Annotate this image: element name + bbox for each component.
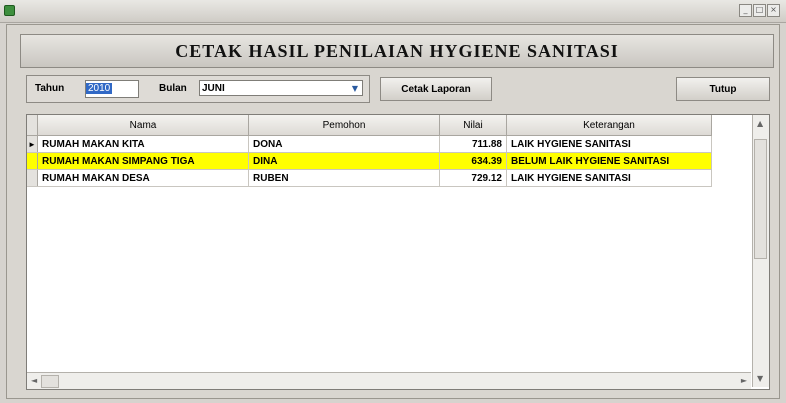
cell-nama[interactable]: RUMAH MAKAN DESA: [37, 169, 249, 187]
results-grid[interactable]: Nama Pemohon Nilai Keterangan ► RUMAH MA…: [26, 114, 770, 390]
column-header-keterangan[interactable]: Keterangan: [506, 115, 712, 136]
title-bar: _ □ ×: [0, 0, 786, 23]
maximize-icon[interactable]: □: [753, 4, 766, 17]
vertical-scrollbar[interactable]: ▲ ▼: [752, 115, 769, 387]
app-icon: [4, 5, 15, 16]
table-header-row: Nama Pemohon Nilai Keterangan: [27, 115, 712, 136]
window-controls: _ □ ×: [739, 4, 780, 17]
cell-pemohon[interactable]: RUBEN: [248, 169, 440, 187]
vertical-scroll-thumb[interactable]: [754, 139, 767, 259]
page-title: CETAK HASIL PENILAIAN HYGIENE SANITASI: [175, 40, 619, 61]
horizontal-scrollbar[interactable]: ◄ ►: [27, 372, 751, 389]
table-row[interactable]: ► RUMAH MAKAN KITA DONA 711.88 LAIK HYGI…: [27, 135, 712, 153]
cell-nilai[interactable]: 729.12: [439, 169, 507, 187]
row-indicator: [27, 152, 38, 170]
results-table: Nama Pemohon Nilai Keterangan ► RUMAH MA…: [27, 115, 712, 187]
cell-pemohon[interactable]: DONA: [248, 135, 440, 153]
horizontal-scroll-thumb[interactable]: [41, 375, 59, 388]
cell-nilai[interactable]: 634.39: [439, 152, 507, 170]
cell-keterangan[interactable]: LAIK HYGIENE SANITASI: [506, 169, 712, 187]
month-label: Bulan: [159, 83, 187, 94]
table-row[interactable]: RUMAH MAKAN DESA RUBEN 729.12 LAIK HYGIE…: [27, 169, 712, 187]
year-input[interactable]: 2010: [85, 80, 139, 98]
month-value: JUNI: [202, 83, 225, 94]
column-header-pemohon[interactable]: Pemohon: [248, 115, 440, 136]
scroll-left-icon[interactable]: ◄: [31, 376, 37, 385]
filter-group: Tahun 2010 Bulan JUNI ▼: [26, 75, 370, 103]
cell-nama[interactable]: RUMAH MAKAN KITA: [37, 135, 249, 153]
year-label: Tahun: [35, 83, 65, 94]
minimize-icon[interactable]: _: [739, 4, 752, 17]
cell-nama[interactable]: RUMAH MAKAN SIMPANG TIGA: [37, 152, 249, 170]
table-row[interactable]: RUMAH MAKAN SIMPANG TIGA DINA 634.39 BEL…: [27, 152, 712, 170]
scroll-up-icon[interactable]: ▲: [757, 119, 763, 128]
cell-keterangan[interactable]: LAIK HYGIENE SANITASI: [506, 135, 712, 153]
month-select[interactable]: JUNI ▼: [199, 80, 363, 96]
year-value: 2010: [86, 83, 113, 94]
scroll-down-icon[interactable]: ▼: [757, 374, 763, 383]
column-header-nama[interactable]: Nama: [37, 115, 249, 136]
cell-pemohon[interactable]: DINA: [248, 152, 440, 170]
cell-keterangan[interactable]: BELUM LAIK HYGIENE SANITASI: [506, 152, 712, 170]
chevron-down-icon[interactable]: ▼: [350, 84, 360, 93]
close-window-icon[interactable]: ×: [767, 4, 780, 17]
row-indicator: [27, 169, 38, 187]
close-button[interactable]: Tutup: [676, 77, 770, 101]
row-indicator-header: [27, 115, 38, 136]
page-header: CETAK HASIL PENILAIAN HYGIENE SANITASI: [20, 34, 774, 68]
scroll-right-icon[interactable]: ►: [741, 376, 747, 385]
cell-nilai[interactable]: 711.88: [439, 135, 507, 153]
column-header-nilai[interactable]: Nilai: [439, 115, 507, 136]
current-row-indicator-icon: ►: [27, 135, 38, 153]
print-report-button[interactable]: Cetak Laporan: [380, 77, 492, 101]
